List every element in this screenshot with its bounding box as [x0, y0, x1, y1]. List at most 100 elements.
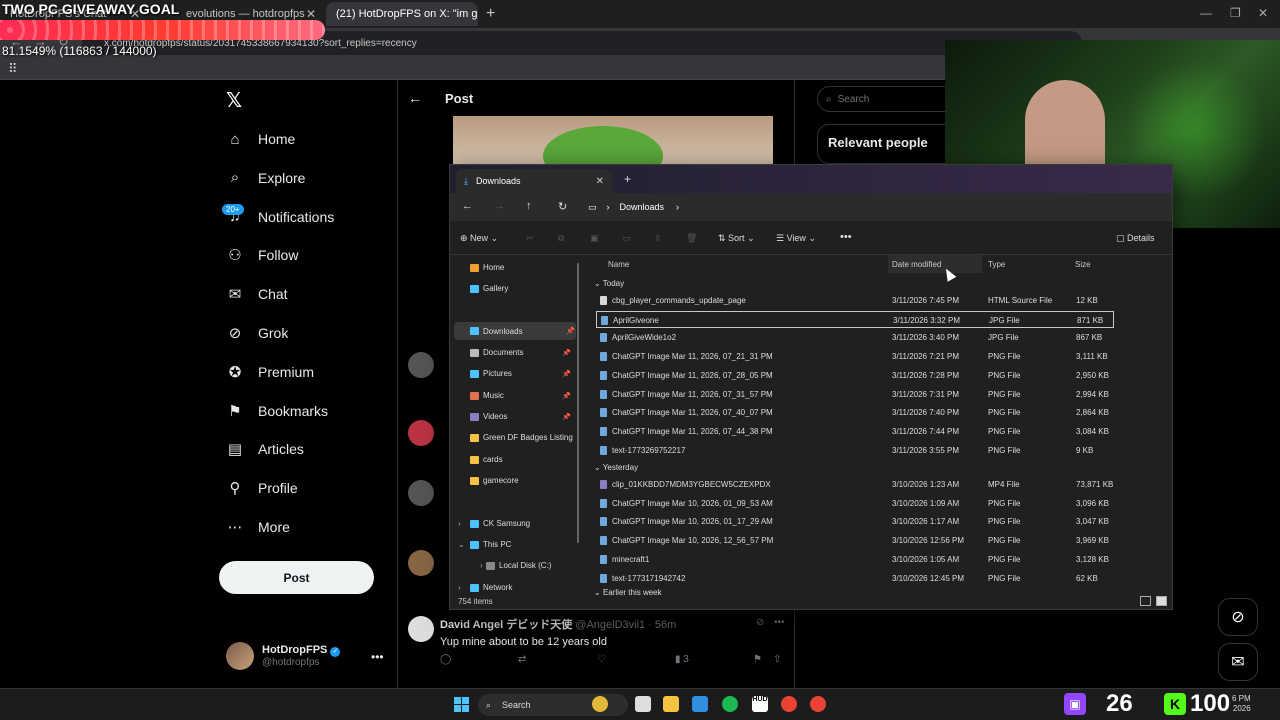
details-view-icon[interactable] — [1140, 596, 1151, 606]
pin-icon[interactable]: 📌 — [566, 327, 575, 335]
share-icon[interactable]: ⇧ — [773, 654, 781, 665]
avatar[interactable] — [408, 420, 434, 446]
repost-icon[interactable]: ⇄ — [518, 654, 526, 665]
group-header[interactable]: ⌄ Yesterday — [594, 463, 638, 472]
breadcrumb-item[interactable]: Downloads — [620, 202, 665, 212]
system-clock[interactable]: 6 PM 2026 — [1232, 694, 1251, 714]
pin-icon[interactable]: 📌 — [562, 392, 571, 400]
pin-icon[interactable]: 📌 — [562, 413, 571, 421]
windows-start-icon[interactable] — [454, 697, 469, 712]
apps-grid-icon[interactable]: ⠿ — [8, 61, 18, 77]
new-tab-icon[interactable]: + — [624, 172, 631, 186]
sidebar-item-home[interactable]: Home — [470, 263, 504, 272]
name-column-header[interactable]: Name — [608, 260, 629, 269]
notepad-icon[interactable] — [692, 696, 708, 712]
back-arrow-icon[interactable]: ← — [408, 90, 422, 106]
file-row[interactable]: ChatGPT Image Mar 10, 2026, 01_17_29 AM 3… — [596, 513, 1114, 530]
post-media[interactable] — [453, 116, 773, 164]
refresh-icon[interactable]: ↻ — [558, 200, 567, 213]
task-view-icon[interactable] — [635, 696, 651, 712]
file-explorer-icon[interactable] — [663, 696, 679, 712]
cut-icon[interactable]: ✂ — [526, 233, 534, 244]
sidebar-item-gallery[interactable]: Gallery — [470, 284, 508, 293]
forward-icon[interactable]: → — [494, 200, 505, 212]
chevron-right-icon[interactable]: › — [480, 561, 483, 570]
view-button[interactable]: ☰ View ⌄ — [776, 233, 816, 244]
file-row[interactable]: ChatGPT Image Mar 11, 2026, 07_44_38 PM 3… — [596, 423, 1114, 440]
nav-chat[interactable]: ✉ Chat — [226, 277, 288, 311]
nav-articles[interactable]: ▤ Articles — [226, 432, 304, 466]
file-row[interactable]: cbg_player_commands_update_page 3/11/2026… — [596, 292, 1114, 309]
sidebar-item-ck-samsung[interactable]: › CK Samsung — [458, 519, 530, 528]
more-options-icon[interactable]: ••• — [840, 231, 852, 243]
grok-icon[interactable]: ⊘ — [1218, 598, 1258, 636]
close-icon[interactable]: ✕ — [306, 7, 316, 21]
tiles-view-icon[interactable] — [1156, 596, 1167, 606]
reply-icon[interactable]: ◯ — [440, 654, 451, 665]
nav-follow[interactable]: ⚇ Follow — [226, 238, 298, 272]
date-column-header[interactable]: Date modified — [892, 260, 941, 269]
group-header[interactable]: ⌄ Today — [594, 279, 624, 288]
close-window-icon[interactable]: ✕ — [1258, 6, 1268, 20]
like-icon[interactable]: ♡ — [597, 654, 606, 665]
account-switcher[interactable]: HotDropFPS ✓ @hotdropfps — [226, 642, 341, 670]
sidebar-item-gamecore[interactable]: gamecore — [470, 476, 519, 485]
nav-explore[interactable]: ⌕ Explore — [226, 161, 306, 195]
search-input[interactable]: ⌕ Search — [817, 86, 957, 112]
file-row[interactable]: ChatGPT Image Mar 11, 2026, 07_31_57 PM 3… — [596, 386, 1114, 403]
chrome-icon[interactable] — [781, 696, 797, 712]
up-icon[interactable]: ↑ — [526, 200, 532, 212]
file-row[interactable]: text-1773269752217 3/11/2026 3:55 PM PNG F… — [596, 442, 1114, 459]
hud-app-icon[interactable]: HUD — [752, 696, 768, 712]
sidebar-scrollbar[interactable] — [577, 263, 579, 543]
avatar[interactable] — [408, 352, 434, 378]
file-row[interactable]: AprilGiveone 3/11/2026 3:32 PM JPG File 871… — [596, 310, 1114, 328]
more-options-icon[interactable]: ••• — [774, 617, 785, 628]
sidebar-item-music[interactable]: Music 📌 — [470, 391, 571, 400]
sidebar-item-cards[interactable]: cards — [470, 455, 503, 464]
sidebar-item-green-df-badges-listing[interactable]: Green DF Badges Listing — [470, 433, 573, 442]
pin-icon[interactable]: 📌 — [562, 349, 571, 357]
x-logo-icon[interactable]: 𝕏 — [226, 88, 242, 113]
avatar[interactable] — [408, 480, 434, 506]
nav-bookmarks[interactable]: ⚑ Bookmarks — [226, 394, 328, 428]
file-row[interactable]: ChatGPT Image Mar 11, 2026, 07_21_31 PM 3… — [596, 348, 1114, 365]
chevron-right-icon[interactable]: › — [458, 519, 461, 528]
file-row[interactable]: ChatGPT Image Mar 11, 2026, 07_40_07 PM 3… — [596, 404, 1114, 421]
avatar[interactable] — [408, 616, 434, 642]
group-header[interactable]: ⌄ Earlier this week — [594, 588, 662, 597]
minimize-icon[interactable]: — — [1200, 6, 1212, 20]
file-row[interactable]: minecraft1 3/10/2026 1:05 AM PNG File 3,128… — [596, 551, 1114, 568]
details-button[interactable]: ▢ Details — [1116, 233, 1155, 244]
file-row[interactable]: text-1773171942742 3/10/2026 12:45 PM PNG … — [596, 570, 1114, 587]
browser-tab-active[interactable]: (21) HotDropFPS on X: "im givi✕ — [326, 2, 478, 26]
file-row[interactable]: clip_01KKBDD7MDM3YGBECW5CZEXPDX 3/10/2026… — [596, 476, 1114, 493]
chrome-icon[interactable] — [810, 696, 826, 712]
twitch-icon[interactable]: ▣ — [1064, 693, 1086, 715]
sidebar-item-network[interactable]: › Network — [458, 583, 512, 592]
file-row[interactable]: ChatGPT Image Mar 10, 2026, 12_56_57 PM 3… — [596, 532, 1114, 549]
close-icon[interactable]: ✕ — [596, 176, 604, 187]
messages-icon[interactable]: ✉ — [1218, 643, 1258, 681]
file-row[interactable]: AprilGiveWide1o2 3/11/2026 3:40 PM JPG Fil… — [596, 329, 1114, 346]
more-options-icon[interactable]: ••• — [371, 650, 384, 664]
pin-icon[interactable]: 📌 — [562, 370, 571, 378]
copy-icon[interactable]: ⧉ — [558, 233, 564, 244]
kick-icon[interactable]: K — [1164, 693, 1186, 715]
sidebar-item-videos[interactable]: Videos 📌 — [470, 412, 571, 421]
grok-icon[interactable]: ⊘ — [756, 617, 764, 628]
file-row[interactable]: ChatGPT Image Mar 11, 2026, 07_28_05 PM 3… — [596, 367, 1114, 384]
post-button[interactable]: Post — [219, 561, 374, 594]
sidebar-item-local-disk-c-[interactable]: › Local Disk (C:) — [480, 561, 551, 570]
spotify-icon[interactable] — [722, 696, 738, 712]
chevron-down-icon[interactable]: ⌄ — [458, 540, 465, 549]
widget-icon[interactable] — [592, 696, 608, 712]
maximize-icon[interactable]: ❐ — [1230, 6, 1241, 20]
size-column-header[interactable]: Size — [1075, 260, 1091, 269]
bookmark-icon[interactable]: ⚑ — [753, 654, 762, 665]
rename-icon[interactable]: ▭ — [622, 233, 631, 244]
sidebar-item-this-pc[interactable]: ⌄ This PC — [458, 540, 511, 549]
avatar[interactable] — [408, 550, 434, 576]
views-count[interactable]: ▮ 3 — [675, 654, 689, 665]
paste-icon[interactable]: ▣ — [590, 233, 599, 244]
